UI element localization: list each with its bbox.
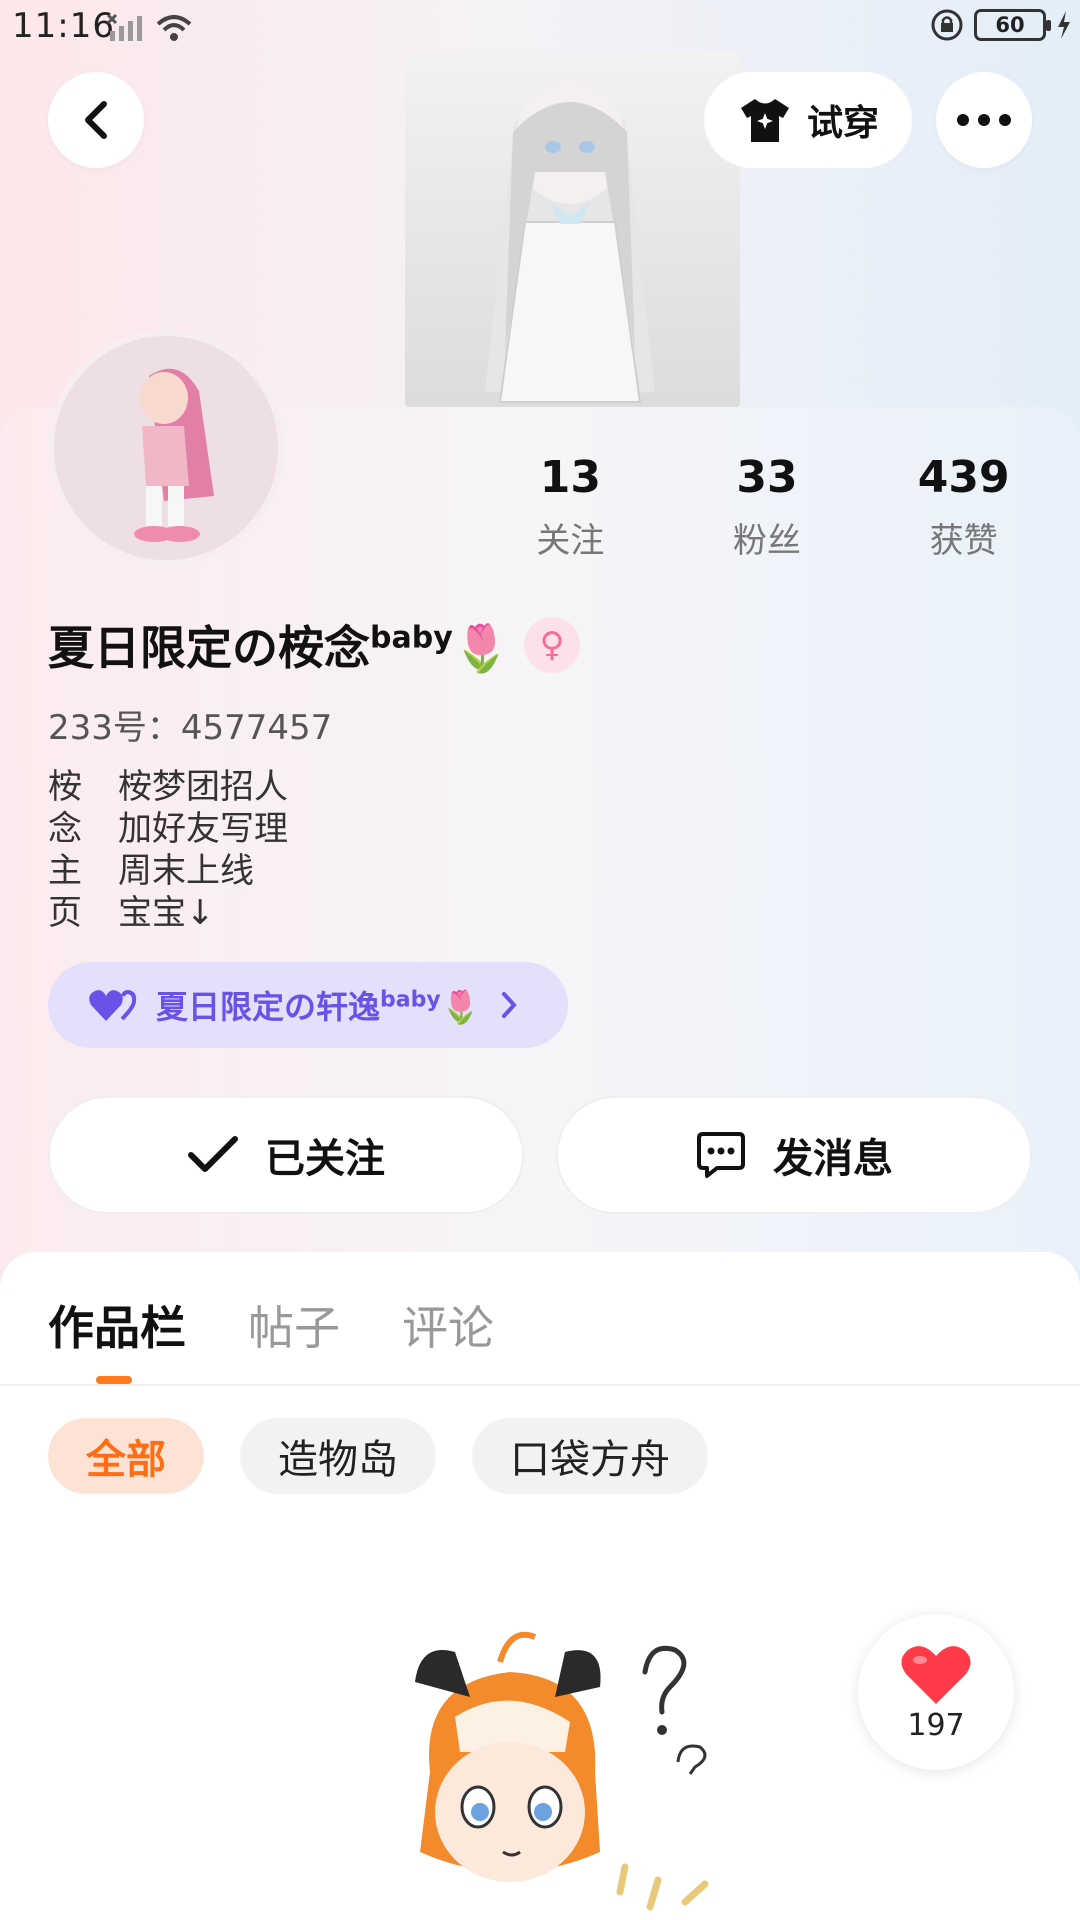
rotation-lock-icon <box>931 9 963 41</box>
fans-count: 33 <box>736 452 798 503</box>
filter-pocket-ark[interactable]: 口袋方舟 <box>472 1418 708 1494</box>
status-time: 11:16 <box>12 6 115 46</box>
chat-bubble-icon <box>697 1132 745 1178</box>
send-message-label: 发消息 <box>773 1136 893 1182</box>
bio: 桉 桉梦团招人 念 加好友写理 主 周末上线 页 宝宝↓ <box>48 766 288 934</box>
like-count: 197 <box>907 1707 965 1743</box>
hero-character-image <box>405 52 740 407</box>
wifi-icon <box>156 15 192 41</box>
chevron-right-icon <box>501 992 517 1018</box>
likes-label: 获赞 <box>929 521 998 561</box>
empty-state-illustration <box>360 1622 760 1920</box>
send-message-button[interactable]: 发消息 <box>556 1096 1032 1214</box>
bio-text: 周末上线 <box>118 851 254 891</box>
more-button[interactable] <box>936 72 1032 168</box>
profile-name-emoji: 🌷 <box>452 621 511 675</box>
double-heart-icon <box>89 989 137 1021</box>
stat-fans[interactable]: 33 粉丝 <box>669 452 866 562</box>
bio-line: 念 加好友写理 <box>48 808 288 850</box>
bio-prefix: 主 <box>48 851 82 891</box>
profile-tabs: 作品栏 帖子 评论 <box>48 1292 494 1358</box>
more-dots-icon <box>957 114 1011 126</box>
user-id: 233号：4577457 <box>48 708 333 748</box>
battery-indicator: 60 <box>974 9 1051 41</box>
tab-works[interactable]: 作品栏 <box>48 1292 186 1358</box>
gender-badge: ♀ <box>524 617 581 673</box>
bio-text: 桉梦团招人 <box>118 767 288 807</box>
bio-text: 加好友写理 <box>118 809 288 849</box>
following-label: 关注 <box>536 521 605 561</box>
try-on-button[interactable]: 试穿 <box>704 72 912 168</box>
followed-button[interactable]: 已关注 <box>48 1096 524 1214</box>
female-icon: ♀ <box>539 625 565 665</box>
back-button[interactable] <box>48 72 144 168</box>
bio-line: 桉 桉梦团招人 <box>48 766 288 808</box>
fans-label: 粉丝 <box>733 521 801 561</box>
club-label: 夏日限定の轩逸baby🌷 <box>156 982 481 1028</box>
filter-all[interactable]: 全部 <box>48 1418 204 1494</box>
club-name: 夏日限定の轩逸 <box>156 988 381 1026</box>
avatar[interactable] <box>48 330 284 566</box>
bio-text: 宝宝↓ <box>118 893 215 933</box>
bio-line: 页 宝宝↓ <box>48 892 288 934</box>
followed-label: 已关注 <box>265 1136 385 1182</box>
likes-count: 439 <box>917 452 1010 503</box>
status-right: 60 <box>930 8 1072 42</box>
stat-following[interactable]: 13 关注 <box>472 452 669 562</box>
following-count: 13 <box>539 452 601 503</box>
profile-name: 夏日限定の桉念baby🌷 <box>48 612 510 678</box>
profile-name-sup: baby <box>370 620 453 656</box>
tshirt-icon <box>740 99 789 142</box>
stat-likes[interactable]: 439 获赞 <box>865 452 1062 562</box>
filter-chips: 全部 造物岛 口袋方舟 <box>48 1418 708 1494</box>
tab-divider <box>0 1384 1080 1386</box>
profile-name-text: 夏日限定の桉念 <box>48 621 370 675</box>
floating-like-button[interactable]: 197 <box>858 1614 1014 1770</box>
chevron-left-icon <box>85 101 107 139</box>
tab-comments[interactable]: 评论 <box>402 1292 494 1358</box>
battery-level: 60 <box>995 13 1025 37</box>
club-name-sup: baby <box>380 987 441 1013</box>
signal-icon <box>106 13 142 41</box>
bio-line: 主 周末上线 <box>48 850 288 892</box>
club-emoji: 🌷 <box>440 988 481 1026</box>
try-on-label: 试穿 <box>806 103 879 144</box>
profile-stats: 13 关注 33 粉丝 439 获赞 <box>472 452 1062 562</box>
name-row: 夏日限定の桉念baby🌷 ♀ <box>48 612 581 678</box>
content-panel: 作品栏 帖子 评论 全部 造物岛 口袋方舟 <box>0 1252 1080 1920</box>
tab-posts[interactable]: 帖子 <box>248 1292 340 1358</box>
club-chip[interactable]: 夏日限定の轩逸baby🌷 <box>48 962 568 1048</box>
heart-icon <box>901 1645 971 1704</box>
status-icons <box>106 10 194 46</box>
status-bar: 11:16 60 <box>0 0 1080 54</box>
bio-prefix: 页 <box>48 893 82 933</box>
bio-prefix: 桉 <box>48 767 82 807</box>
tab-indicator <box>96 1376 132 1384</box>
check-icon <box>188 1136 238 1172</box>
bio-prefix: 念 <box>48 809 82 849</box>
charging-icon <box>1058 11 1070 39</box>
filter-creation-island[interactable]: 造物岛 <box>240 1418 436 1494</box>
